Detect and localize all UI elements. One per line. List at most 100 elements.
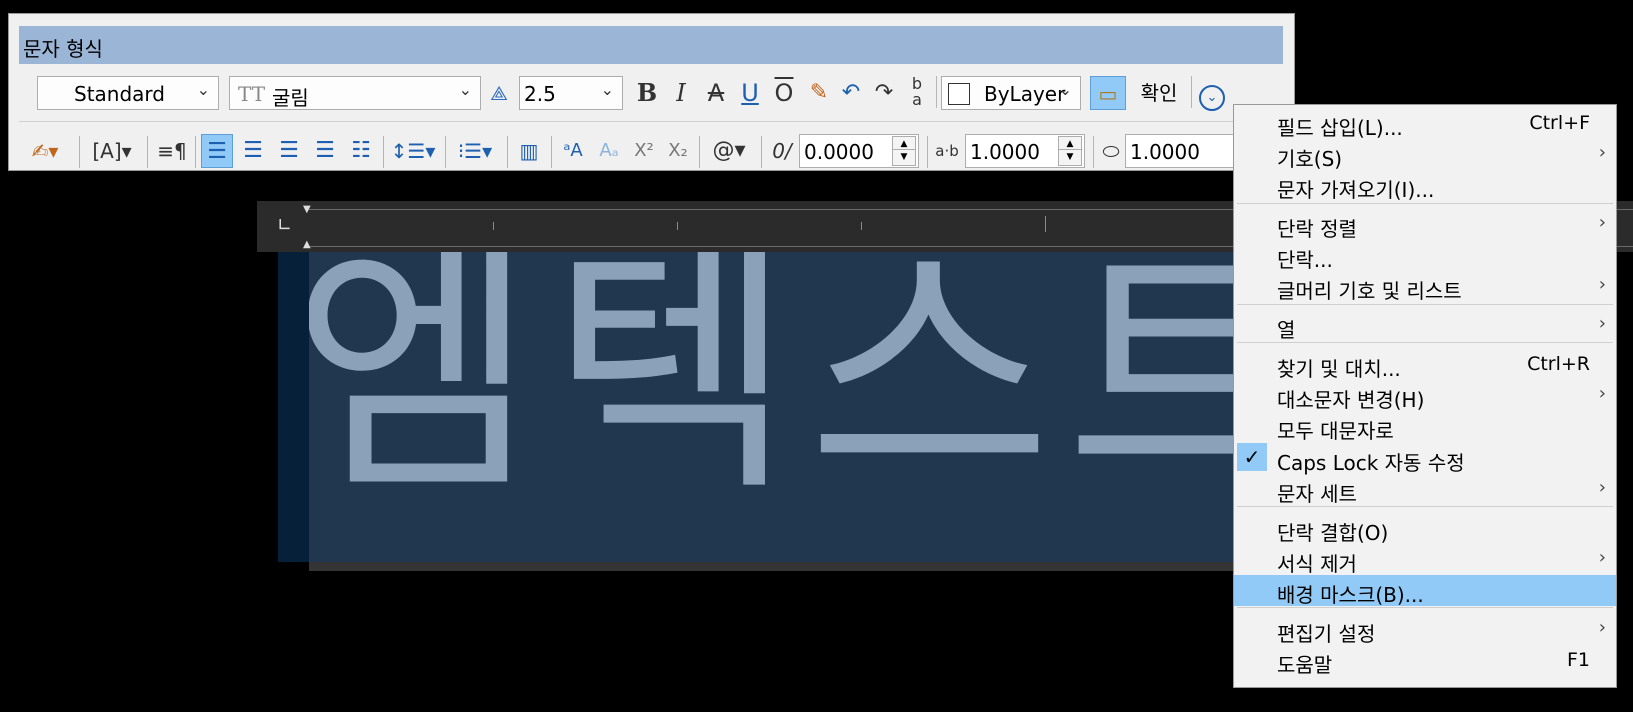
toolbar-title: 문자 형식	[23, 37, 103, 61]
editor-bottom-edge	[309, 562, 1239, 571]
chevron-right-icon: ›	[1598, 212, 1606, 233]
menu-item[interactable]: 모두 대문자로	[1234, 411, 1616, 443]
menu-item[interactable]: 문자 세트 ›	[1234, 474, 1616, 506]
stack-icon[interactable]: ba	[903, 76, 931, 110]
separator	[147, 136, 148, 168]
menu-item-label: 문자 세트	[1277, 482, 1357, 506]
text-formatting-toolbar: 문자 형식 Standard ⌄ TT 굴림 ⌄ ⟁ 2.5 ⌄ B I A U…	[8, 13, 1295, 171]
line-spacing-icon[interactable]: ↕☰▾	[389, 134, 437, 168]
chevron-down-icon: ⌄	[196, 80, 210, 99]
text-margin-band	[278, 252, 310, 562]
numbering-icon[interactable]: ⁝☰▾	[451, 134, 499, 168]
menu-item[interactable]: 편집기 설정 ›	[1234, 614, 1616, 646]
separator	[927, 136, 928, 168]
paragraph-icon[interactable]: ≡¶	[155, 134, 189, 168]
align-right-icon[interactable]: ☰	[273, 134, 305, 168]
redo-icon[interactable]: ↷	[870, 76, 898, 110]
toolbar-row-2: ✍▾ [A]▾ ≡¶ ☰ ☰ ☰ ☰ ☷ ↕☰▾ ⁝☰▾ ▥ ᵃA Aₐ X² …	[19, 126, 1283, 172]
menu-item-label: 모두 대문자로	[1277, 419, 1394, 443]
row-divider	[19, 121, 1283, 122]
align-center-icon[interactable]: ☰	[237, 134, 269, 168]
width-factor-value: 1.0000	[1130, 140, 1200, 164]
menu-item-shortcut: F1	[1566, 649, 1590, 671]
annotative-icon[interactable]: ⟁	[486, 76, 512, 110]
separator	[699, 136, 700, 168]
menu-item-label: 대소문자 변경(H)	[1277, 388, 1425, 412]
menu-item[interactable]: 열 ›	[1234, 310, 1616, 342]
context-menu: 필드 삽입(L)... Ctrl+F 기호(S) › 문자 가져오기(I)... 단락 정…	[1233, 104, 1617, 688]
spin-down-icon[interactable]: ▼	[892, 149, 916, 166]
italic-button[interactable]: I	[667, 76, 695, 110]
chevron-right-icon: ›	[1598, 477, 1606, 498]
tracking-input[interactable]: 1.0000 ▲ ▼	[965, 134, 1085, 168]
separator	[195, 136, 196, 168]
uppercase-icon[interactable]: ᵃA	[557, 134, 589, 168]
separator	[761, 136, 762, 168]
ruler-tick	[493, 222, 494, 230]
menu-item[interactable]: 서식 제거 ›	[1234, 544, 1616, 576]
menu-item-label: 단락 결합(O)	[1277, 521, 1389, 545]
oblique-angle-value: 0.0000	[804, 140, 874, 164]
menu-item[interactable]: 도움말 F1	[1234, 645, 1616, 677]
chevron-right-icon: ›	[1598, 547, 1606, 568]
color-combo[interactable]: ByLayer ⌄	[941, 76, 1081, 110]
mtext-content[interactable]: 엠텍스트	[309, 252, 1239, 532]
tab-type-icon[interactable]: ∟	[277, 215, 292, 236]
width-factor-icon: ⬭	[1102, 139, 1120, 163]
menu-item[interactable]: 글머리 기호 및 리스트 ›	[1234, 271, 1616, 303]
menu-item-label: 기호(S)	[1277, 147, 1343, 171]
lowercase-icon[interactable]: Aₐ	[593, 134, 625, 168]
overline-button[interactable]: O	[770, 76, 798, 110]
menu-item-label: 배경 마스크(B)...	[1277, 583, 1424, 607]
spin-down-icon[interactable]: ▼	[1058, 149, 1082, 166]
style-combo[interactable]: Standard ⌄	[37, 76, 219, 110]
menu-item[interactable]: 단락 정렬 ›	[1234, 209, 1616, 241]
color-value: ByLayer	[984, 82, 1066, 106]
undo-icon[interactable]: ↶	[837, 76, 865, 110]
menu-item[interactable]: 기호(S) ›	[1234, 139, 1616, 171]
oblique-angle-input[interactable]: 0.0000 ▲ ▼	[799, 134, 919, 168]
distribute-icon[interactable]: ☷	[345, 134, 377, 168]
menu-item[interactable]: 찾기 및 대치... Ctrl+R	[1234, 349, 1616, 381]
color-swatch	[948, 83, 970, 105]
chevron-right-icon: ›	[1598, 274, 1606, 295]
symbol-label: @	[712, 138, 735, 163]
text-height-combo[interactable]: 2.5 ⌄	[519, 76, 623, 110]
mtext-clip: 엠텍스트	[309, 252, 1239, 562]
menu-item[interactable]: 대소문자 변경(H) ›	[1234, 380, 1616, 412]
chevron-right-icon: ›	[1598, 142, 1606, 163]
menu-separator	[1237, 506, 1613, 507]
menu-item[interactable]: 문자 가져오기(I)...	[1234, 170, 1616, 202]
text-height-value: 2.5	[524, 82, 556, 106]
superscript-button[interactable]: X²	[629, 134, 659, 168]
strikethrough-button[interactable]: A	[702, 76, 730, 110]
ruler-toggle-icon[interactable]: ▭	[1090, 76, 1126, 110]
insert-field-icon[interactable]: ✍▾	[23, 134, 67, 168]
separator	[445, 136, 446, 168]
tracking-icon: a·b	[935, 142, 959, 160]
menu-item[interactable]: 단락...	[1234, 240, 1616, 272]
match-properties-icon[interactable]: ✎	[805, 76, 833, 110]
underline-button[interactable]: U	[736, 76, 764, 110]
ok-button[interactable]: 확인	[1134, 76, 1184, 110]
menu-item-label: 단락...	[1277, 248, 1333, 272]
toolbar-title-bar[interactable]: 문자 형식	[19, 26, 1283, 64]
menu-item[interactable]: 배경 마스크(B)...	[1234, 575, 1616, 607]
align-left-icon[interactable]: ☰	[201, 134, 233, 168]
bold-button[interactable]: B	[633, 76, 661, 110]
menu-item[interactable]: 단락 결합(O)	[1234, 513, 1616, 545]
insert-column-icon[interactable]: ▥	[513, 134, 545, 168]
options-button[interactable]: ⌄	[1197, 76, 1227, 111]
chevron-down-icon: ⌄	[1058, 80, 1072, 99]
symbol-button[interactable]: @▾	[705, 134, 753, 168]
paragraph-indent-icon[interactable]: ▲	[303, 239, 311, 250]
justify-icon[interactable]: ☰	[309, 134, 341, 168]
width-factor-input[interactable]: 1.0000	[1125, 134, 1245, 168]
first-line-indent-icon[interactable]: ▼	[303, 204, 311, 215]
subscript-button[interactable]: X₂	[663, 134, 693, 168]
font-combo[interactable]: TT 굴림 ⌄	[229, 76, 481, 110]
chevron-right-icon: ›	[1598, 313, 1606, 334]
menu-item[interactable]: ✓ Caps Lock 자동 수정	[1234, 443, 1616, 475]
justification-icon[interactable]: [A]▾	[87, 134, 137, 168]
menu-item[interactable]: 필드 삽입(L)... Ctrl+F	[1234, 108, 1616, 140]
